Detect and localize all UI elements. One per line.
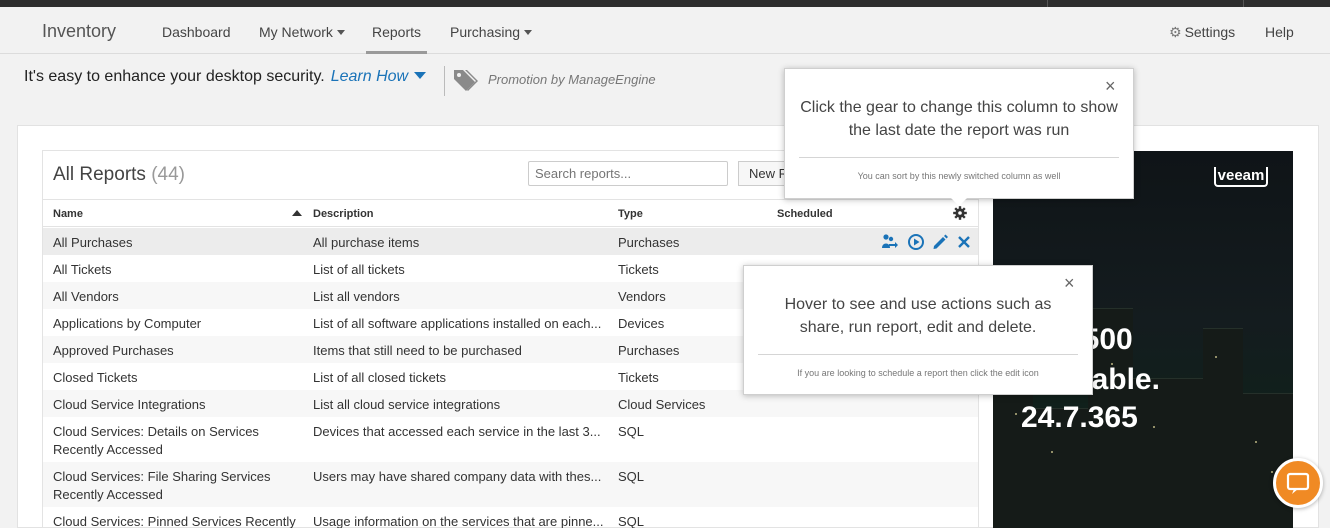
- promo-divider: [444, 66, 445, 96]
- report-description: List of all software applications instal…: [313, 316, 602, 331]
- nav-label: Help: [1265, 24, 1294, 40]
- report-type: SQL: [618, 514, 645, 528]
- chat-bubble-icon: [1286, 472, 1310, 494]
- ad-building: [1203, 328, 1243, 528]
- ad-window-light: [1051, 451, 1053, 453]
- report-name[interactable]: Cloud Services: Pinned Services Recently: [53, 513, 303, 528]
- report-type: Purchases: [618, 235, 680, 250]
- sort-ascending-icon[interactable]: [292, 210, 302, 216]
- report-type: Cloud Services: [618, 397, 706, 412]
- table-row[interactable]: Cloud Services: Pinned Services Recently…: [43, 507, 978, 528]
- actions-tooltip: × Hover to see and use actions such as s…: [743, 265, 1093, 395]
- play-circle-icon[interactable]: [907, 233, 925, 251]
- strip-divider: [1047, 0, 1048, 7]
- chat-button[interactable]: [1273, 458, 1323, 508]
- report-name[interactable]: All Purchases: [53, 234, 303, 252]
- caret-down-icon: [524, 30, 533, 35]
- report-name[interactable]: Cloud Services: File Sharing Services Re…: [53, 468, 303, 504]
- report-type: SQL: [618, 424, 645, 439]
- ad-headline-line3: 24.7.365: [1021, 401, 1138, 434]
- nav-label: Dashboard: [162, 24, 231, 40]
- tag-icon: [454, 70, 478, 91]
- ad-window-light: [1153, 426, 1155, 428]
- ad-window-light: [1271, 471, 1273, 473]
- report-name[interactable]: All Vendors: [53, 288, 303, 306]
- ad-building: [1133, 378, 1203, 528]
- report-name[interactable]: Applications by Computer: [53, 315, 303, 333]
- table-header: Name Description Type Scheduled: [43, 199, 978, 227]
- column-header-name[interactable]: Name: [53, 208, 83, 220]
- actions-tooltip-hint: If you are looking to schedule a report …: [797, 368, 1039, 378]
- column-header-description[interactable]: Description: [313, 208, 374, 220]
- nav-help[interactable]: Help: [1265, 24, 1294, 40]
- veeam-logo: veeam: [1214, 167, 1268, 187]
- table-row[interactable]: Cloud Services: File Sharing Services Re…: [43, 462, 978, 507]
- nav-label: Settings: [1184, 24, 1236, 40]
- nav-reports[interactable]: Reports: [365, 24, 428, 54]
- learn-how-link[interactable]: Learn How: [331, 68, 408, 85]
- report-name[interactable]: Cloud Service Integrations: [53, 396, 303, 414]
- gear-icon: ⚙: [1169, 24, 1182, 40]
- reports-count: (44): [151, 164, 185, 185]
- nav-settings[interactable]: ⚙ Settings: [1169, 24, 1235, 41]
- table-row[interactable]: Cloud Services: Details on Services Rece…: [43, 417, 978, 462]
- nav-label: My Network: [259, 24, 333, 40]
- report-description: List of all closed tickets: [313, 370, 446, 385]
- report-description: Items that still need to be purchased: [313, 343, 522, 358]
- actions-tooltip-message: Hover to see and use actions such as sha…: [784, 296, 1052, 336]
- promo-attribution: Promotion by ManageEngine: [488, 72, 656, 87]
- ad-window-light: [1015, 413, 1017, 415]
- report-name[interactable]: Cloud Services: Details on Services Rece…: [53, 423, 303, 459]
- gear-tooltip: × Click the gear to change this column t…: [784, 68, 1134, 199]
- report-type: SQL: [618, 469, 645, 484]
- top-strip: [0, 0, 1330, 7]
- nav-dashboard[interactable]: Dashboard: [162, 24, 231, 40]
- column-header-type[interactable]: Type: [618, 208, 643, 220]
- gear-tooltip-message: Click the gear to change this column to …: [800, 99, 1118, 139]
- tooltip-divider: [758, 354, 1078, 355]
- promo-banner: It's easy to enhance your desktop securi…: [24, 68, 427, 94]
- report-name[interactable]: Closed Tickets: [53, 369, 303, 387]
- ad-window-light: [1255, 441, 1257, 443]
- app-brand[interactable]: Inventory: [42, 21, 116, 42]
- nav-label: Purchasing: [450, 24, 521, 40]
- report-description: Usage information on the services that a…: [313, 514, 604, 528]
- report-description: List all vendors: [313, 289, 400, 304]
- caret-down-icon: [336, 30, 345, 35]
- report-name[interactable]: Approved Purchases: [53, 342, 303, 360]
- close-icon[interactable]: ×: [1105, 77, 1116, 95]
- ad-window-light: [1215, 356, 1217, 358]
- report-description: All purchase items: [313, 235, 420, 250]
- reports-title-text: All Reports: [53, 164, 146, 185]
- reports-title: All Reports (44): [53, 164, 185, 186]
- nav-label: Reports: [372, 24, 422, 40]
- report-description: List of all tickets: [313, 262, 405, 277]
- close-icon[interactable]: ×: [1064, 274, 1075, 292]
- strip-divider: [1243, 0, 1244, 7]
- table-row[interactable]: All Purchases All purchase items Purchas…: [43, 228, 978, 255]
- column-header-scheduled[interactable]: Scheduled: [777, 208, 833, 220]
- tooltip-divider: [799, 157, 1119, 158]
- report-description: List all cloud service integrations: [313, 397, 501, 412]
- caret-down-icon[interactable]: [414, 72, 427, 79]
- promo-text: It's easy to enhance your desktop securi…: [24, 68, 325, 85]
- report-description: Devices that accessed each service in th…: [313, 424, 601, 439]
- pencil-icon[interactable]: [931, 233, 949, 251]
- gear-icon[interactable]: [952, 205, 968, 221]
- nav-purchasing[interactable]: Purchasing: [450, 24, 533, 40]
- gear-tooltip-hint: You can sort by this newly switched colu…: [857, 171, 1061, 181]
- search-reports-input[interactable]: [528, 161, 728, 186]
- report-name[interactable]: All Tickets: [53, 261, 303, 279]
- top-nav: Inventory Dashboard My Network Reports P…: [0, 7, 1330, 54]
- nav-my-network[interactable]: My Network: [259, 24, 345, 40]
- share-icon[interactable]: [881, 233, 899, 251]
- report-description: Users may have shared company data with …: [313, 469, 602, 484]
- close-icon[interactable]: [955, 233, 973, 251]
- tooltip-arrow: [951, 198, 967, 206]
